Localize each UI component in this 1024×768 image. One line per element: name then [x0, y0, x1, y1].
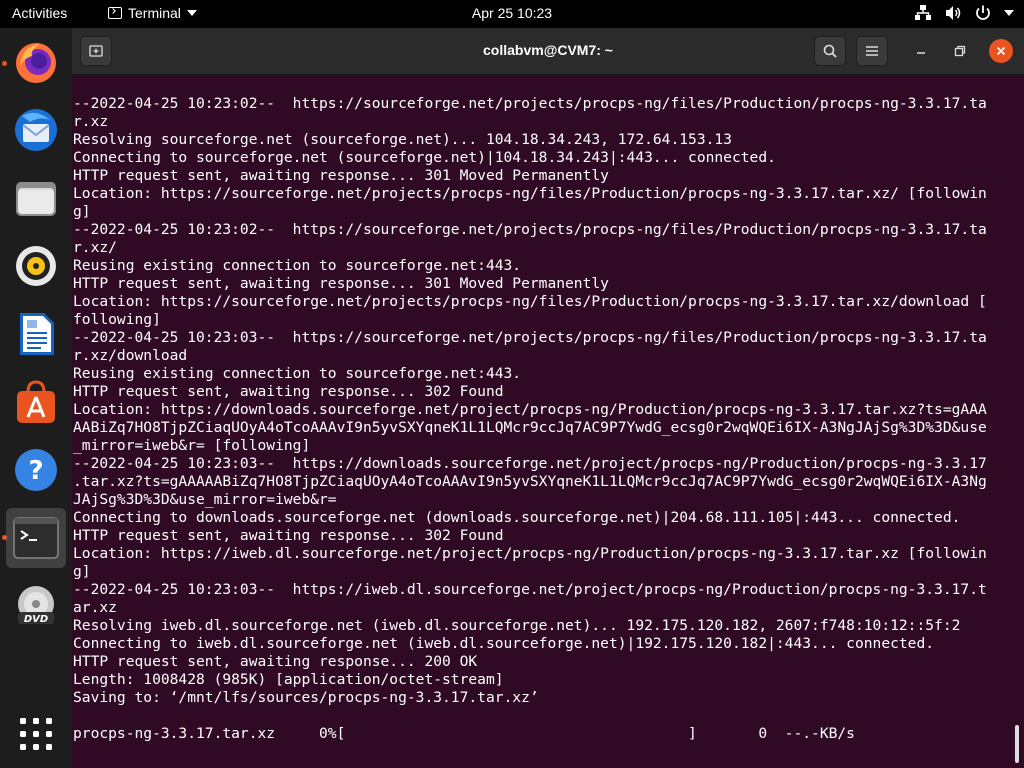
terminal-line: _mirror=iweb&r= [following]: [73, 437, 311, 454]
maximize-button[interactable]: [948, 39, 972, 63]
terminal-line: r.xz/: [73, 239, 117, 256]
terminal-line: r.xz: [73, 113, 109, 130]
terminal-line: --2022-04-25 10:23:03-- https://iweb.dl.…: [73, 581, 987, 598]
terminal-line: --2022-04-25 10:23:03-- https://download…: [73, 455, 987, 472]
terminal-line: HTTP request sent, awaiting response... …: [73, 653, 478, 670]
clock[interactable]: Apr 25 10:23: [472, 5, 552, 21]
terminal-icon: [108, 7, 122, 19]
terminal-line: HTTP request sent, awaiting response... …: [73, 275, 609, 292]
terminal-line: Location: https://sourceforge.net/projec…: [73, 293, 987, 310]
close-icon: [996, 46, 1006, 56]
search-icon: [823, 44, 837, 58]
firefox-icon: [16, 43, 56, 83]
app-menu[interactable]: Terminal: [108, 5, 197, 21]
terminal-line: g]: [73, 203, 91, 220]
power-icon: [976, 5, 990, 20]
window-header[interactable]: collabvm@CVM7: ~: [72, 28, 1024, 75]
terminal-line: Connecting to downloads.sourceforge.net …: [73, 509, 961, 526]
terminal-text: --2022-04-25 10:23:02-- https://sourcefo…: [73, 95, 987, 743]
terminal-line: Location: https://downloads.sourceforge.…: [73, 401, 987, 418]
volume-icon: [946, 6, 961, 20]
chevron-down-icon: [1004, 10, 1014, 16]
chevron-down-icon: [186, 10, 197, 16]
software-store-icon: [17, 380, 55, 423]
new-tab-icon: [89, 45, 103, 57]
svg-text:DVD: DVD: [24, 614, 48, 625]
thunderbird-icon: [15, 109, 57, 151]
terminal-line: Location: https://sourceforge.net/projec…: [73, 185, 987, 202]
new-tab-button[interactable]: [80, 36, 112, 66]
terminal-line: Reusing existing connection to sourcefor…: [73, 365, 522, 382]
dock-files[interactable]: [6, 168, 66, 228]
files-icon: [16, 182, 56, 216]
terminal-line: HTTP request sent, awaiting response... …: [73, 527, 504, 544]
terminal-line: JAjSg%3D%3D&use_mirror=iweb&r=: [73, 491, 337, 508]
menu-button[interactable]: [856, 36, 888, 66]
hamburger-icon: [866, 46, 878, 56]
scrollbar[interactable]: [1015, 725, 1019, 763]
dock-thunderbird[interactable]: [6, 100, 66, 160]
terminal-line: .tar.xz?ts=gAAAAABiZq7HO8TjpZCiaqUOyA4oT…: [73, 473, 987, 490]
terminal-line: r.xz/download: [73, 347, 188, 364]
document-icon: [20, 313, 54, 355]
dock: ? DVD: [0, 28, 72, 768]
terminal-line: Connecting to iweb.dl.sourceforge.net (i…: [73, 635, 935, 652]
minimize-button[interactable]: [909, 39, 933, 63]
terminal-line: Length: 1008428 (985K) [application/octe…: [73, 671, 504, 688]
terminal-line: Resolving iweb.dl.sourceforge.net (iweb.…: [73, 617, 961, 634]
terminal-line: ar.xz: [73, 599, 117, 616]
close-button[interactable]: [989, 39, 1013, 63]
terminal-line: Resolving sourceforge.net (sourceforge.n…: [73, 131, 732, 148]
terminal-line: Reusing existing connection to sourcefor…: [73, 257, 522, 274]
dock-terminal[interactable]: [6, 508, 66, 568]
dock-help[interactable]: ?: [6, 440, 66, 500]
app-grid-icon: [20, 718, 52, 750]
show-applications-button[interactable]: [6, 704, 66, 764]
terminal-line: following]: [73, 311, 161, 328]
terminal-line: Connecting to sourceforge.net (sourcefor…: [73, 149, 776, 166]
dock-firefox[interactable]: [6, 32, 66, 92]
search-button[interactable]: [814, 36, 846, 66]
terminal-line: Saving to: ‘/mnt/lfs/sources/procps-ng-3…: [73, 689, 539, 706]
terminal-line: procps-ng-3.3.17.tar.xz 0%[ ] 0 --.-KB/s: [73, 725, 855, 742]
dock-libreoffice-writer[interactable]: [6, 304, 66, 364]
terminal-line: HTTP request sent, awaiting response... …: [73, 167, 609, 184]
dvd-icon: DVD: [18, 586, 54, 625]
terminal-line: g]: [73, 563, 91, 580]
top-bar: Activities Terminal Apr 25 10:23: [0, 0, 1024, 28]
restore-icon: [954, 45, 966, 57]
app-menu-label: Terminal: [128, 5, 181, 21]
system-tray[interactable]: [914, 4, 1014, 22]
terminal-line: --2022-04-25 10:23:02-- https://sourcefo…: [73, 95, 987, 112]
minimize-icon: [917, 52, 925, 54]
rhythmbox-icon: [16, 246, 56, 286]
terminal-app-icon: [13, 517, 59, 559]
terminal-line: AABiZq7HO8TjpZCiaqUOyA4oTcoAAAvI9n5yvSXY…: [73, 419, 987, 436]
dock-dvd[interactable]: DVD: [6, 576, 66, 636]
dock-rhythmbox[interactable]: [6, 236, 66, 296]
terminal-line: --2022-04-25 10:23:03-- https://sourcefo…: [73, 329, 987, 346]
svg-text:?: ?: [28, 456, 43, 486]
terminal-line: Location: https://iweb.dl.sourceforge.ne…: [73, 545, 987, 562]
help-icon: ?: [15, 449, 57, 491]
dock-ubuntu-software[interactable]: [6, 372, 66, 432]
terminal-window: collabvm@CVM7: ~ --2022-04-25 10:23:02--…: [72, 28, 1024, 768]
activities-button[interactable]: Activities: [12, 5, 67, 21]
terminal-output[interactable]: --2022-04-25 10:23:02-- https://sourcefo…: [72, 75, 1024, 768]
terminal-line: HTTP request sent, awaiting response... …: [73, 383, 504, 400]
network-icon: [915, 5, 931, 20]
terminal-line: --2022-04-25 10:23:02-- https://sourcefo…: [73, 221, 987, 238]
